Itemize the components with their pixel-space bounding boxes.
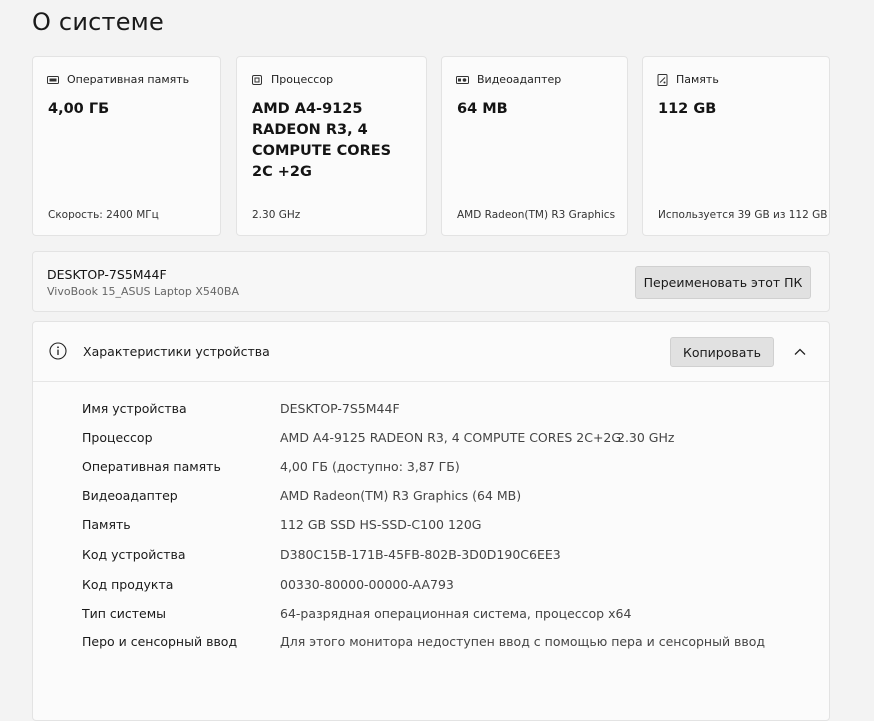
spec-value-frequency: 2.30 GHz (617, 430, 675, 445)
spec-row-product-id: Код продукта 00330-80000-00000-AA793 (33, 577, 829, 599)
spec-label: Код продукта (82, 577, 174, 592)
spec-label: Видеоадаптер (82, 488, 178, 503)
spec-value: 4,00 ГБ (доступно: 3,87 ГБ) (280, 459, 460, 474)
device-specs-header[interactable]: Характеристики устройства Копировать (33, 322, 829, 382)
copy-button[interactable]: Копировать (670, 337, 774, 367)
spec-label: Память (82, 517, 131, 532)
gpu-icon (456, 75, 469, 85)
spec-row-device-id: Код устройства D380C15B-171B-45FB-802B-3… (33, 547, 829, 569)
card-ram-footer: Скорость: 2400 МГц (48, 209, 159, 221)
spec-label: Перо и сенсорный ввод (82, 634, 238, 649)
device-name: DESKTOP-7S5M44F (47, 267, 167, 282)
spec-value: D380C15B-171B-45FB-802B-3D0D190C6EE3 (280, 547, 561, 562)
card-ram-header: Оперативная память (47, 73, 189, 86)
spec-label: Процессор (82, 430, 153, 445)
spec-row-processor: Процессор AMD A4-9125 RADEON R3, 4 COMPU… (33, 430, 829, 452)
spec-value: 00330-80000-00000-AA793 (280, 577, 454, 592)
spec-value: DESKTOP-7S5M44F (280, 401, 400, 416)
spec-row-device-name: Имя устройства DESKTOP-7S5M44F (33, 401, 829, 423)
storage-icon (657, 73, 668, 86)
spec-row-system-type: Тип системы 64-разрядная операционная си… (33, 606, 829, 628)
spec-label: Код устройства (82, 547, 186, 562)
card-cpu: Процессор AMD A4-9125 RADEON R3, 4 COMPU… (236, 56, 427, 236)
spec-row-pen-touch: Перо и сенсорный ввод Для этого монитора… (33, 634, 829, 656)
card-gpu-value: 64 MB (457, 101, 508, 117)
device-name-row: DESKTOP-7S5M44F VivoBook 15_ASUS Laptop … (32, 251, 830, 312)
page-title: О системе (32, 8, 164, 36)
spec-value: AMD Radeon(TM) R3 Graphics (64 MB) (280, 488, 522, 503)
spec-label: Тип системы (82, 606, 167, 621)
card-cpu-header: Процессор (251, 73, 333, 86)
device-model: VivoBook 15_ASUS Laptop X540BA (47, 285, 239, 298)
spec-row-gpu: Видеоадаптер AMD Radeon(TM) R3 Graphics … (33, 488, 829, 510)
cpu-icon (251, 74, 263, 86)
card-ram-value: 4,00 ГБ (48, 101, 110, 117)
ram-icon (47, 75, 59, 85)
card-gpu-header: Видеоадаптер (456, 73, 561, 86)
spec-row-ram: Оперативная память 4,00 ГБ (доступно: 3,… (33, 459, 829, 481)
spec-value: AMD A4-9125 RADEON R3, 4 COMPUTE CORES 2… (280, 430, 622, 445)
info-icon (49, 342, 67, 364)
card-storage-header: Память (657, 73, 719, 86)
card-storage-footer: Используется 39 GB из 112 GB (658, 209, 828, 221)
spec-row-storage: Память 112 GB SSD HS-SSD-C100 120G (33, 517, 829, 539)
spec-value: Для этого монитора недоступен ввод с пом… (280, 634, 766, 649)
card-gpu-label: Видеоадаптер (477, 73, 562, 86)
card-storage-label: Память (676, 73, 719, 86)
spec-label: Имя устройства (82, 401, 187, 416)
device-specs-panel: Характеристики устройства Копировать Имя… (32, 321, 830, 721)
spec-value: 112 GB SSD HS-SSD-C100 120G (280, 517, 482, 532)
card-cpu-label: Процессор (271, 73, 334, 86)
spec-value: 64-разрядная операционная система, проце… (280, 606, 632, 621)
card-storage-value: 112 GB (658, 101, 717, 117)
card-ram: Оперативная память 4,00 ГБ Скорость: 240… (32, 56, 221, 236)
spec-label: Оперативная память (82, 459, 221, 474)
card-gpu: Видеоадаптер 64 MB AMD Radeon(TM) R3 Gra… (441, 56, 628, 236)
card-ram-label: Оперативная память (67, 73, 190, 86)
card-cpu-value: AMD A4-9125 RADEON R3, 4 COMPUTE CORES 2… (252, 101, 392, 180)
rename-pc-button[interactable]: Переименовать этот ПК (635, 266, 811, 299)
device-specs-title: Характеристики устройства (83, 344, 270, 359)
card-storage: Память 112 GB Используется 39 GB из 112 … (642, 56, 830, 236)
card-gpu-footer: AMD Radeon(TM) R3 Graphics (457, 209, 616, 221)
card-cpu-footer: 2.30 GHz (252, 209, 301, 221)
chevron-up-icon[interactable] (793, 344, 807, 363)
